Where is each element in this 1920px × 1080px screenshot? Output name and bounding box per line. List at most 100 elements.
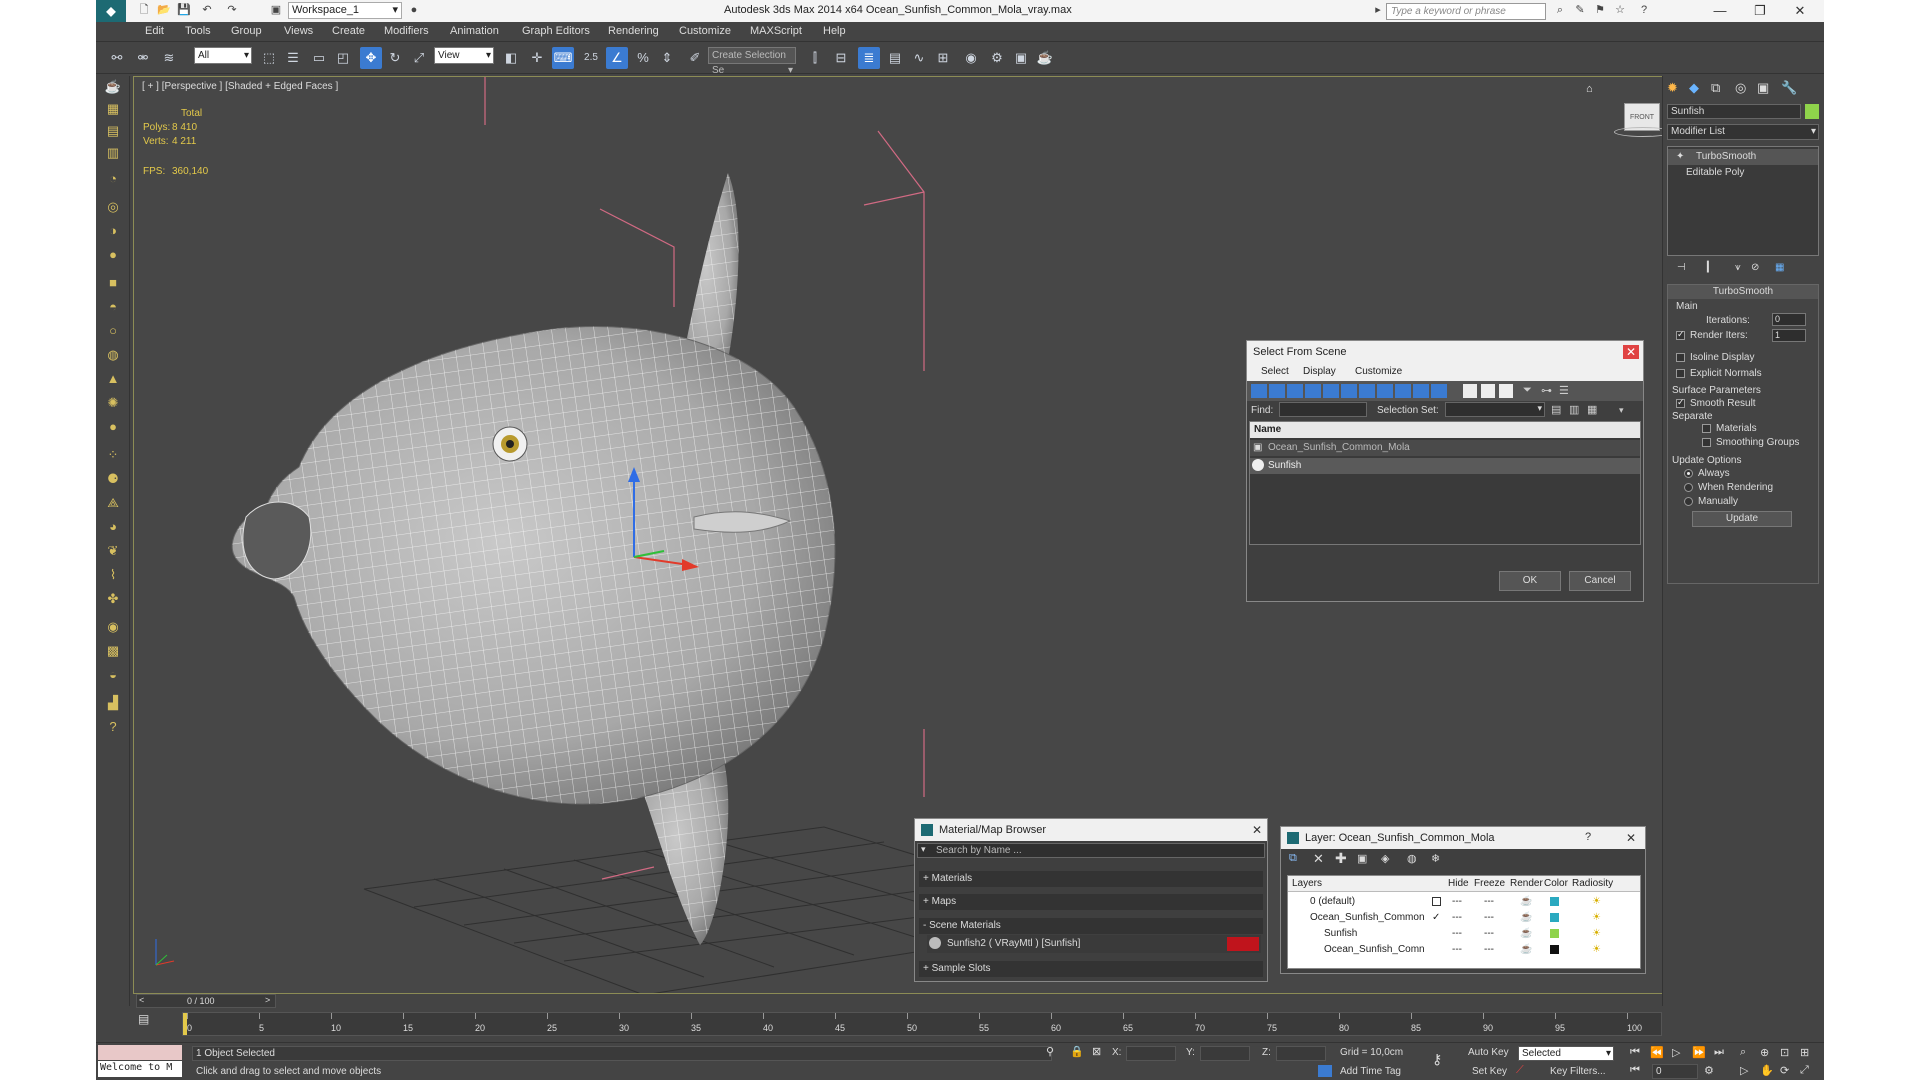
help-icon[interactable]: ? [1636,3,1652,18]
create-layer-icon[interactable]: ⧉ [1289,852,1297,865]
current-frame-field[interactable]: 0 [1652,1064,1698,1079]
select-and-rotate-icon[interactable]: ↻ [384,47,406,69]
manually-radio[interactable] [1684,497,1693,506]
app-logo-icon[interactable]: ◆ [96,0,126,22]
layer-manager-icon[interactable]: ≣ [858,47,880,69]
scene-material-item[interactable]: Sunfish2 ( VRayMtl ) [Sunfish] [927,935,1261,953]
smooth-result-checkbox[interactable] [1676,397,1685,408]
browser-title-bar[interactable]: Material/Map Browser [915,819,1267,841]
update-button[interactable]: Update [1692,511,1792,527]
globe-icon[interactable]: ◕ [102,516,124,538]
key-icon[interactable]: ⚷ [1432,1051,1442,1068]
browser-options-chevron-icon[interactable]: ▾ [921,844,926,855]
set-add-icon[interactable]: ▥ [1569,403,1579,416]
workspace-pin-icon[interactable]: ● [406,3,422,18]
menu-graph-editors[interactable]: Graph Editors [522,25,590,37]
create-tab-icon[interactable]: ✹ [1667,80,1678,96]
menu-modifiers[interactable]: Modifiers [384,25,429,37]
display-cameras-icon[interactable] [1305,384,1321,398]
lightbulb-icon[interactable]: ✦ [1676,151,1684,162]
radiosity-icon[interactable]: ☀ [1592,894,1601,910]
always-radio[interactable] [1684,469,1693,478]
time-slider[interactable]: < 0 / 100 > [136,994,276,1008]
smoothing-groups-checkbox[interactable] [1702,438,1711,447]
key-mode-toggle-icon[interactable]: ⏮ [1630,1064,1640,1077]
group-icon[interactable]: ● [102,244,124,266]
find-input[interactable] [1279,402,1367,417]
sun-icon[interactable]: ✺ [102,392,124,414]
render-teapot-icon[interactable]: ☕ [1520,942,1532,958]
menu-edit[interactable]: Edit [145,25,164,37]
container-icon[interactable]: ▟ [102,692,124,714]
modify-tab-icon[interactable]: ◆ [1689,80,1699,96]
menu-create[interactable]: Create [332,25,365,37]
display-containers-icon[interactable] [1413,384,1429,398]
maxscript-listener-mini[interactable] [98,1045,182,1060]
motion-tab-icon[interactable]: ◎ [1735,80,1746,96]
set-key-button[interactable]: Set Key [1472,1066,1507,1077]
sphere-icon[interactable]: ○ [102,320,124,342]
exchange-icon[interactable]: ⚑ [1592,3,1608,18]
light-bulb-icon[interactable]: ◔ [102,168,124,190]
menu-rendering[interactable]: Rendering [608,25,659,37]
field-of-view-icon[interactable]: ▷ [1740,1064,1748,1077]
modifier-list-dropdown[interactable]: Modifier List ▾ [1667,124,1819,140]
set-save-icon[interactable]: ▤ [1551,403,1561,416]
plant-icon[interactable]: ❦ [102,540,124,562]
binoculars-icon[interactable]: ⌕ [1552,3,1568,18]
materials-checkbox[interactable] [1702,424,1711,433]
layer-row[interactable]: Ocean_Sunfish_Comn --- --- ☕ ☀ [1288,942,1640,958]
camera-icon[interactable]: ◎ [102,196,124,218]
material-editor-icon[interactable]: ◉ [960,47,982,69]
display-helpers-icon[interactable] [1323,384,1339,398]
group-materials[interactable]: + Materials [919,871,1263,887]
save-file-icon[interactable]: 💾 [176,3,192,18]
radiosity-icon[interactable]: ☀ [1592,926,1601,942]
list-item[interactable]: Ocean_Sunfish_Common_Mola [1250,440,1640,456]
render-iters-checkbox[interactable] [1676,329,1685,340]
auto-key-button[interactable]: Auto Key [1468,1047,1509,1058]
col-color[interactable]: Color [1544,876,1568,892]
window-crossing-icon[interactable]: ◰ [332,47,354,69]
zoom-all-icon[interactable]: ⊕ [1760,1046,1769,1059]
time-config-icon[interactable]: ⚙ [1704,1064,1714,1077]
menu-display[interactable]: Display [1303,366,1336,377]
key-mode-dropdown[interactable]: Selected ▾ [1518,1046,1614,1061]
isolate-icon[interactable]: ⚲ [1046,1045,1054,1058]
iterations-spinner[interactable]: 0 [1772,313,1806,326]
freeze-all-icon[interactable]: ❄ [1431,852,1440,865]
render-setup-icon[interactable]: ⚙ [986,47,1008,69]
key-filters-button[interactable]: Key Filters... [1550,1066,1606,1077]
render-teapot-icon[interactable]: ☕ [1520,894,1532,910]
set-key-icon[interactable]: ⟋ [1516,1064,1524,1077]
select-invert-icon[interactable] [1499,384,1513,398]
menu-customize[interactable]: Customize [1355,366,1402,377]
reference-coordinate-dropdown[interactable]: View ▾ [434,47,494,64]
new-file-icon[interactable]: 🗋 [136,3,152,18]
layer-row[interactable]: 0 (default) --- --- ☕ ☀ [1288,894,1640,910]
snaps-toggle-icon[interactable]: 2.5 [580,47,602,69]
rect-selection-icon[interactable]: ▭ [308,47,330,69]
hide-dash[interactable]: --- [1452,942,1462,958]
next-frame-icon[interactable]: ⏩ [1692,1046,1706,1059]
display-bones-icon[interactable] [1395,384,1411,398]
graphite-ribbon-icon[interactable]: ▤ [884,47,906,69]
environment-icon[interactable]: ▩ [102,640,124,662]
display-lights-icon[interactable] [1287,384,1303,398]
disc-icon[interactable]: ● [102,416,124,438]
go-to-start-icon[interactable]: ⏮ [1630,1046,1640,1059]
structure-icon[interactable]: ⟁ [102,492,124,514]
close-icon[interactable]: ✕ [1623,345,1639,359]
layer-color-swatch[interactable] [1550,897,1559,906]
communication-icon[interactable]: ✎ [1572,3,1588,18]
zoom-extents-icon[interactable]: ⊡ [1780,1046,1789,1059]
layer-row[interactable]: Sunfish --- --- ☕ ☀ [1288,926,1640,942]
close-icon[interactable]: ✕ [1249,823,1265,837]
rendered-frame-window-icon[interactable]: ▣ [1010,47,1032,69]
dialog-title[interactable]: Select From Scene [1247,341,1643,363]
menu-select[interactable]: Select [1261,366,1289,377]
add-to-layer-icon[interactable]: ✚ [1335,850,1347,867]
col-layers[interactable]: Layers [1292,876,1322,892]
favorites-star-icon[interactable]: ☆ [1612,3,1628,18]
y-coordinate-field[interactable] [1200,1046,1250,1061]
